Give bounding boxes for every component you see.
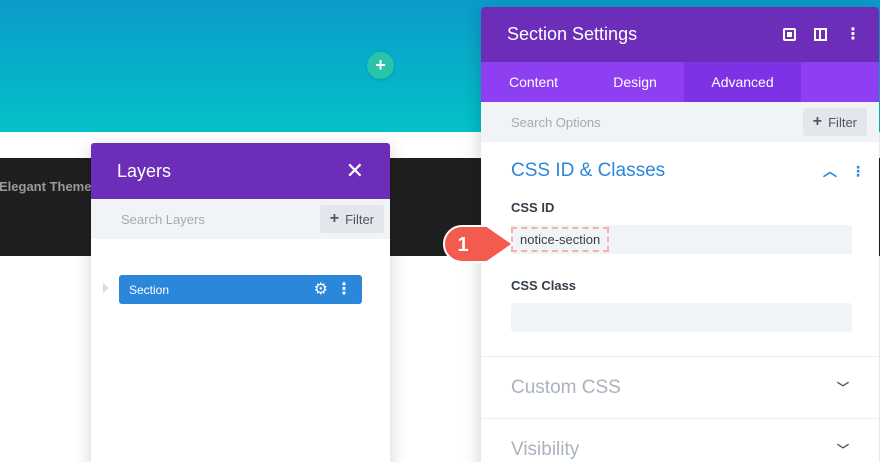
layers-filter-button[interactable]: + Filter bbox=[319, 205, 384, 233]
section-settings-panel: Section Settings ⋮ Content Design Advanc… bbox=[481, 7, 879, 462]
close-icon[interactable]: ✕ bbox=[346, 160, 364, 182]
chevron-down-icon: ﹀ bbox=[836, 381, 849, 395]
filter-label: Filter bbox=[828, 114, 857, 130]
custom-css-toggle[interactable]: Custom CSS ﹀ bbox=[481, 356, 879, 418]
brand-text: Elegant Themes bbox=[0, 179, 99, 194]
layer-item-section[interactable]: Section ⚙ ⋮ bbox=[119, 275, 362, 304]
tab-content[interactable]: Content bbox=[481, 62, 586, 102]
group-actions: ︿ ⋮ bbox=[823, 161, 865, 181]
gear-icon[interactable]: ⚙ bbox=[314, 281, 328, 298]
layers-title: Layers bbox=[117, 160, 172, 181]
layer-item-label: Section bbox=[129, 282, 170, 297]
step-callout: 1 bbox=[443, 225, 515, 263]
options-search-bar: Search Options + Filter bbox=[481, 102, 879, 142]
css-id-classes-toggle[interactable]: CSS ID & Classes ︿ ⋮ bbox=[481, 142, 879, 200]
split-view-icon[interactable] bbox=[814, 28, 827, 41]
layers-panel: Layers ✕ Search Layers + Filter Section … bbox=[91, 143, 390, 462]
more-options-icon[interactable]: ⋮ bbox=[845, 26, 861, 43]
css-class-field[interactable] bbox=[511, 303, 852, 332]
filter-label: Filter bbox=[345, 211, 374, 227]
callout-shape bbox=[443, 225, 515, 263]
group-title: Custom CSS bbox=[511, 376, 621, 398]
settings-tabs: Content Design Advanced bbox=[481, 62, 879, 102]
settings-title: Section Settings bbox=[507, 24, 638, 44]
builder-canvas: + Elegant Themes Layers ✕ Search Layers … bbox=[0, 0, 880, 462]
css-id-value: notice-section bbox=[511, 227, 610, 252]
more-options-icon[interactable]: ⋮ bbox=[336, 281, 352, 298]
add-module-button[interactable]: + bbox=[367, 52, 394, 79]
css-id-label: CSS ID bbox=[511, 200, 555, 215]
chevron-down-icon: ﹀ bbox=[836, 443, 849, 457]
plus-icon: + bbox=[375, 55, 386, 75]
search-layers-input[interactable]: Search Layers bbox=[121, 212, 205, 227]
fullscreen-icon[interactable] bbox=[783, 28, 796, 41]
group-title: Visibility bbox=[511, 438, 580, 460]
options-filter-button[interactable]: + Filter bbox=[802, 108, 867, 136]
tab-advanced[interactable]: Advanced bbox=[684, 62, 801, 102]
settings-header: Section Settings ⋮ bbox=[481, 7, 879, 62]
plus-icon: + bbox=[812, 113, 823, 130]
css-id-field[interactable]: notice-section bbox=[511, 225, 852, 254]
plus-icon: + bbox=[329, 210, 340, 227]
expand-triangle-icon[interactable] bbox=[103, 283, 109, 293]
css-class-label: CSS Class bbox=[511, 278, 577, 293]
layers-search-bar: Search Layers + Filter bbox=[91, 199, 390, 239]
layers-header: Layers ✕ bbox=[91, 143, 390, 199]
layer-item-actions: ⚙ ⋮ bbox=[314, 281, 352, 298]
group-title: CSS ID & Classes bbox=[511, 160, 666, 181]
more-options-icon[interactable]: ⋮ bbox=[851, 163, 865, 179]
tab-design[interactable]: Design bbox=[586, 62, 684, 102]
settings-header-actions: ⋮ bbox=[783, 26, 861, 43]
callout-number: 1 bbox=[457, 234, 468, 256]
search-options-input[interactable]: Search Options bbox=[511, 115, 601, 130]
chevron-up-icon[interactable]: ︿ bbox=[823, 161, 837, 181]
visibility-toggle[interactable]: Visibility ﹀ bbox=[481, 418, 879, 462]
